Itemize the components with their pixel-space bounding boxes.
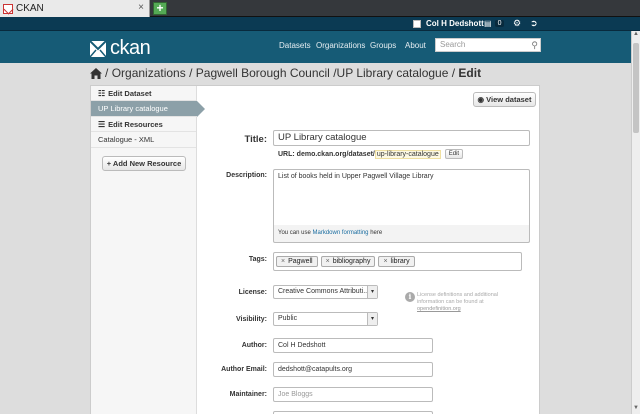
sidebar: ☷ Edit Dataset UP Library catalogue ☰ Ed…	[91, 86, 205, 414]
sidebar-item-dataset[interactable]: UP Library catalogue	[91, 101, 205, 117]
visibility-label: Visibility:	[236, 316, 267, 323]
sidebar-heading-edit-dataset: ☷ Edit Dataset	[91, 86, 196, 101]
sidebar-item-resource[interactable]: Catalogue - XML	[91, 132, 196, 148]
tags-input[interactable]: × Pagwell × bibliography × library	[273, 252, 522, 271]
nav-groups[interactable]: Groups	[370, 41, 396, 50]
description-textarea[interactable]: List of books held in Upper Pagwell Vill…	[273, 169, 530, 226]
title-label: Title:	[244, 134, 267, 145]
dashboard-icon: ▤	[484, 19, 492, 28]
license-info-text: License definitions and additional infor…	[417, 292, 499, 305]
remove-tag-icon[interactable]: ×	[383, 258, 387, 265]
tag-chip[interactable]: × library	[378, 256, 415, 267]
url-edit-button[interactable]: Edit	[444, 149, 464, 159]
dashboard-count-badge: 0	[494, 20, 505, 27]
visibility-select[interactable]: Public ▾	[273, 312, 378, 326]
view-dataset-button[interactable]: ◉ View dataset	[473, 92, 536, 107]
chevron-down-icon: ▾	[367, 286, 377, 298]
license-select[interactable]: Creative Commons Attributi... ▾	[273, 285, 378, 299]
breadcrumb-org[interactable]: Pagwell Borough Council	[196, 66, 330, 80]
breadcrumb: / Organizations / Pagwell Borough Counci…	[90, 64, 481, 82]
breadcrumb-dataset[interactable]: UP Library catalogue	[337, 66, 449, 80]
user-link[interactable]: Col H Dedshott	[413, 19, 484, 28]
license-value: Creative Commons Attributi...	[278, 288, 370, 295]
masthead: ckan Datasets Organizations Groups About…	[0, 31, 640, 63]
view-dataset-label: View dataset	[486, 95, 532, 104]
tag-chip[interactable]: × Pagwell	[276, 256, 318, 267]
ckan-favicon-icon	[3, 3, 13, 14]
breadcrumb-sep: /	[105, 66, 109, 80]
eye-icon: ◉	[477, 95, 485, 104]
tag-label: Pagwell	[288, 258, 313, 265]
new-tab-button[interactable]: +	[153, 2, 167, 15]
home-icon[interactable]	[90, 67, 102, 79]
license-label: License:	[238, 289, 267, 296]
maintainer-label: Maintainer:	[229, 391, 267, 398]
license-info: i License definitions and additional inf…	[405, 292, 501, 313]
description-label: Description:	[226, 172, 267, 179]
page-scrollbar[interactable]: ▲ ▼	[631, 31, 640, 414]
author-input[interactable]: Col H Dedshott	[273, 338, 433, 353]
tags-label: Tags:	[248, 256, 267, 263]
tag-label: bibliography	[332, 258, 371, 265]
sidebar-heading-label: Edit Resources	[108, 119, 163, 129]
tag-chip[interactable]: × bibliography	[320, 256, 376, 267]
author-email-input[interactable]: dedshott@catapults.org	[273, 362, 433, 377]
nav-about[interactable]: About	[405, 41, 426, 50]
search-input[interactable]: Search ⚲	[435, 38, 541, 52]
breadcrumb-sep: /	[189, 66, 193, 80]
maintainer-placeholder: Joe Bloggs	[278, 391, 313, 398]
ckan-logo-icon	[90, 40, 106, 57]
account-bar: Col H Dedshott ▤ 0 ⚙ ➲	[0, 17, 640, 31]
search-placeholder: Search	[440, 40, 466, 49]
help-text: You can use	[278, 230, 311, 236]
scroll-down-icon[interactable]: ▼	[632, 405, 640, 414]
nav-datasets[interactable]: Datasets	[279, 41, 311, 50]
breadcrumb-sep: /	[451, 66, 456, 80]
remove-tag-icon[interactable]: ×	[326, 258, 330, 265]
browser-tab-bar: CKAN × +	[0, 0, 640, 17]
list-icon: ☰	[98, 119, 106, 129]
chevron-down-icon: ▾	[367, 313, 377, 325]
browser-tab-title: CKAN	[16, 3, 44, 14]
breadcrumb-current: Edit	[458, 66, 482, 80]
sidebar-heading-edit-resources: ☰ Edit Resources	[91, 117, 196, 132]
author-label: Author:	[241, 342, 267, 349]
sidebar-heading-label: Edit Dataset	[108, 88, 152, 98]
dashboard-link[interactable]: ▤ 0	[484, 19, 505, 28]
user-name: Col H Dedshott	[426, 19, 484, 28]
author-email-label: Author Email:	[221, 366, 267, 373]
help-text: here	[370, 230, 383, 236]
avatar	[413, 19, 421, 28]
url-prefix: demo.ckan.org/dataset/	[296, 150, 375, 158]
add-resource-label: Add New Resource	[112, 159, 182, 168]
info-icon: i	[405, 292, 415, 302]
maintainer-input[interactable]: Joe Bloggs	[273, 387, 433, 402]
close-tab-icon[interactable]: ×	[135, 2, 147, 14]
visibility-value: Public	[278, 315, 298, 322]
url-label: URL:	[278, 150, 295, 158]
url-line: URL: demo.ckan.org/dataset/ up-library-c…	[278, 149, 464, 159]
logo-text: ckan	[110, 37, 151, 59]
nav-organizations[interactable]: Organizations	[316, 41, 365, 50]
main-panel: ☷ Edit Dataset UP Library catalogue ☰ Ed…	[90, 85, 540, 414]
url-slug: up-library-catalogue	[374, 149, 441, 159]
plus-icon: +	[106, 159, 112, 168]
ckan-logo[interactable]: ckan	[90, 37, 151, 60]
browser-tab[interactable]: CKAN ×	[0, 0, 150, 17]
breadcrumb-organizations[interactable]: Organizations	[112, 66, 186, 80]
search-icon[interactable]: ⚲	[531, 39, 538, 51]
signout-icon[interactable]: ➲	[530, 18, 538, 29]
title-input[interactable]: UP Library catalogue	[273, 130, 530, 146]
gear-icon[interactable]: ⚙	[513, 18, 521, 29]
sitemap-icon: ☷	[98, 88, 106, 98]
markdown-link[interactable]: Markdown formatting	[312, 230, 368, 236]
add-resource-button[interactable]: + Add New Resource	[102, 156, 186, 171]
scrollbar-thumb[interactable]	[633, 43, 639, 133]
opendefinition-link[interactable]: opendefinition.org	[417, 306, 461, 312]
tag-label: library	[390, 258, 410, 265]
scroll-up-icon[interactable]: ▲	[632, 31, 640, 40]
description-help: You can use Markdown formatting here	[273, 225, 530, 243]
remove-tag-icon[interactable]: ×	[281, 258, 285, 265]
